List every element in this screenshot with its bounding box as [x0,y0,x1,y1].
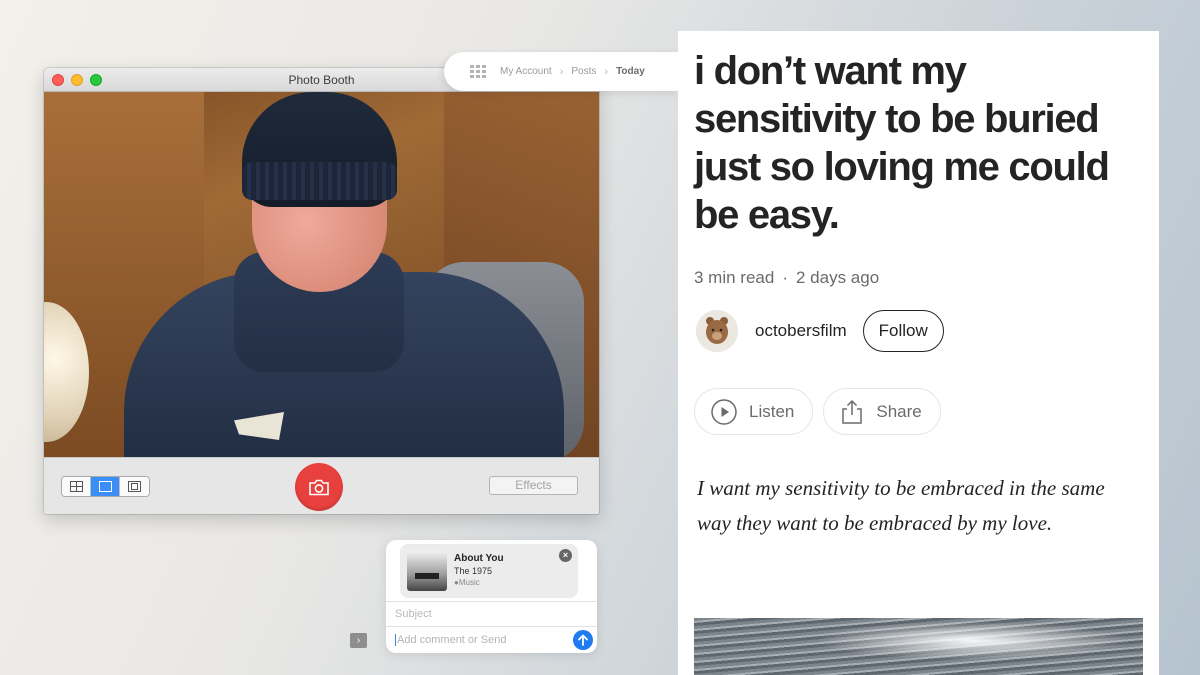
meta-separator: · [782,268,788,287]
take-photo-button[interactable] [295,463,343,511]
photo-booth-window: Photo Booth Effects [44,68,599,514]
article-image [694,618,1143,675]
remove-attachment-icon[interactable]: × [559,549,572,562]
article-title: i don’t want my sensitivity to be buried… [694,49,1110,237]
chevron-right-icon: › [604,65,609,78]
send-button[interactable] [573,630,593,650]
follow-button[interactable]: Follow [862,310,944,352]
album-art [407,551,447,591]
music-attachment[interactable]: About You The 1975 ●Music × [400,544,578,598]
subject-field[interactable]: Subject [395,608,432,620]
bear-avatar-icon [696,310,738,352]
article-quote: I want my sensitivity to be embraced in … [697,476,1105,535]
single-view-icon[interactable] [91,477,120,496]
author-name[interactable]: octobersfilm [755,321,847,341]
post-date: 2 days ago [796,268,880,287]
listen-button[interactable]: Listen [694,388,814,435]
divider [386,601,597,602]
article-actions: Listen Share [694,388,941,435]
article-panel: i don’t want my sensitivity to be buried… [678,31,1159,675]
chevron-right-icon: › [559,65,564,78]
arrow-up-icon [578,634,588,646]
grid-view-icon[interactable] [62,477,91,496]
divider [386,626,597,627]
view-mode-control [61,476,150,497]
breadcrumb-posts[interactable]: Posts [571,66,596,77]
camera-icon [309,479,329,495]
effects-button[interactable]: Effects [489,476,578,495]
apps-grid-icon[interactable] [470,64,486,79]
chevron-right-icon: › [356,635,361,646]
photo-booth-toolbar: Effects [44,457,599,514]
expand-button[interactable]: › [350,633,367,648]
share-icon [842,399,863,424]
song-title: About You [454,553,504,564]
avatar[interactable] [696,310,738,352]
play-icon [711,398,737,425]
filmstrip-view-icon[interactable] [120,477,149,496]
breadcrumb-today[interactable]: Today [616,66,645,77]
comment-input[interactable]: Add comment or Send [395,634,506,646]
share-message-card: About You The 1975 ●Music × Subject Add … [386,540,597,653]
camera-preview [44,92,599,457]
author-row: octobersfilm Follow [696,309,944,353]
share-button[interactable]: Share [823,388,941,435]
listen-label: Listen [749,401,795,421]
breadcrumb: My Account › Posts › Today [444,52,680,91]
read-time: 3 min read [694,268,775,287]
share-label: Share [876,401,922,421]
article-meta: 3 min read · 2 days ago [694,268,879,288]
music-service: ●Music [454,578,480,587]
song-artist: The 1975 [454,566,493,576]
breadcrumb-my-account[interactable]: My Account [500,66,552,77]
